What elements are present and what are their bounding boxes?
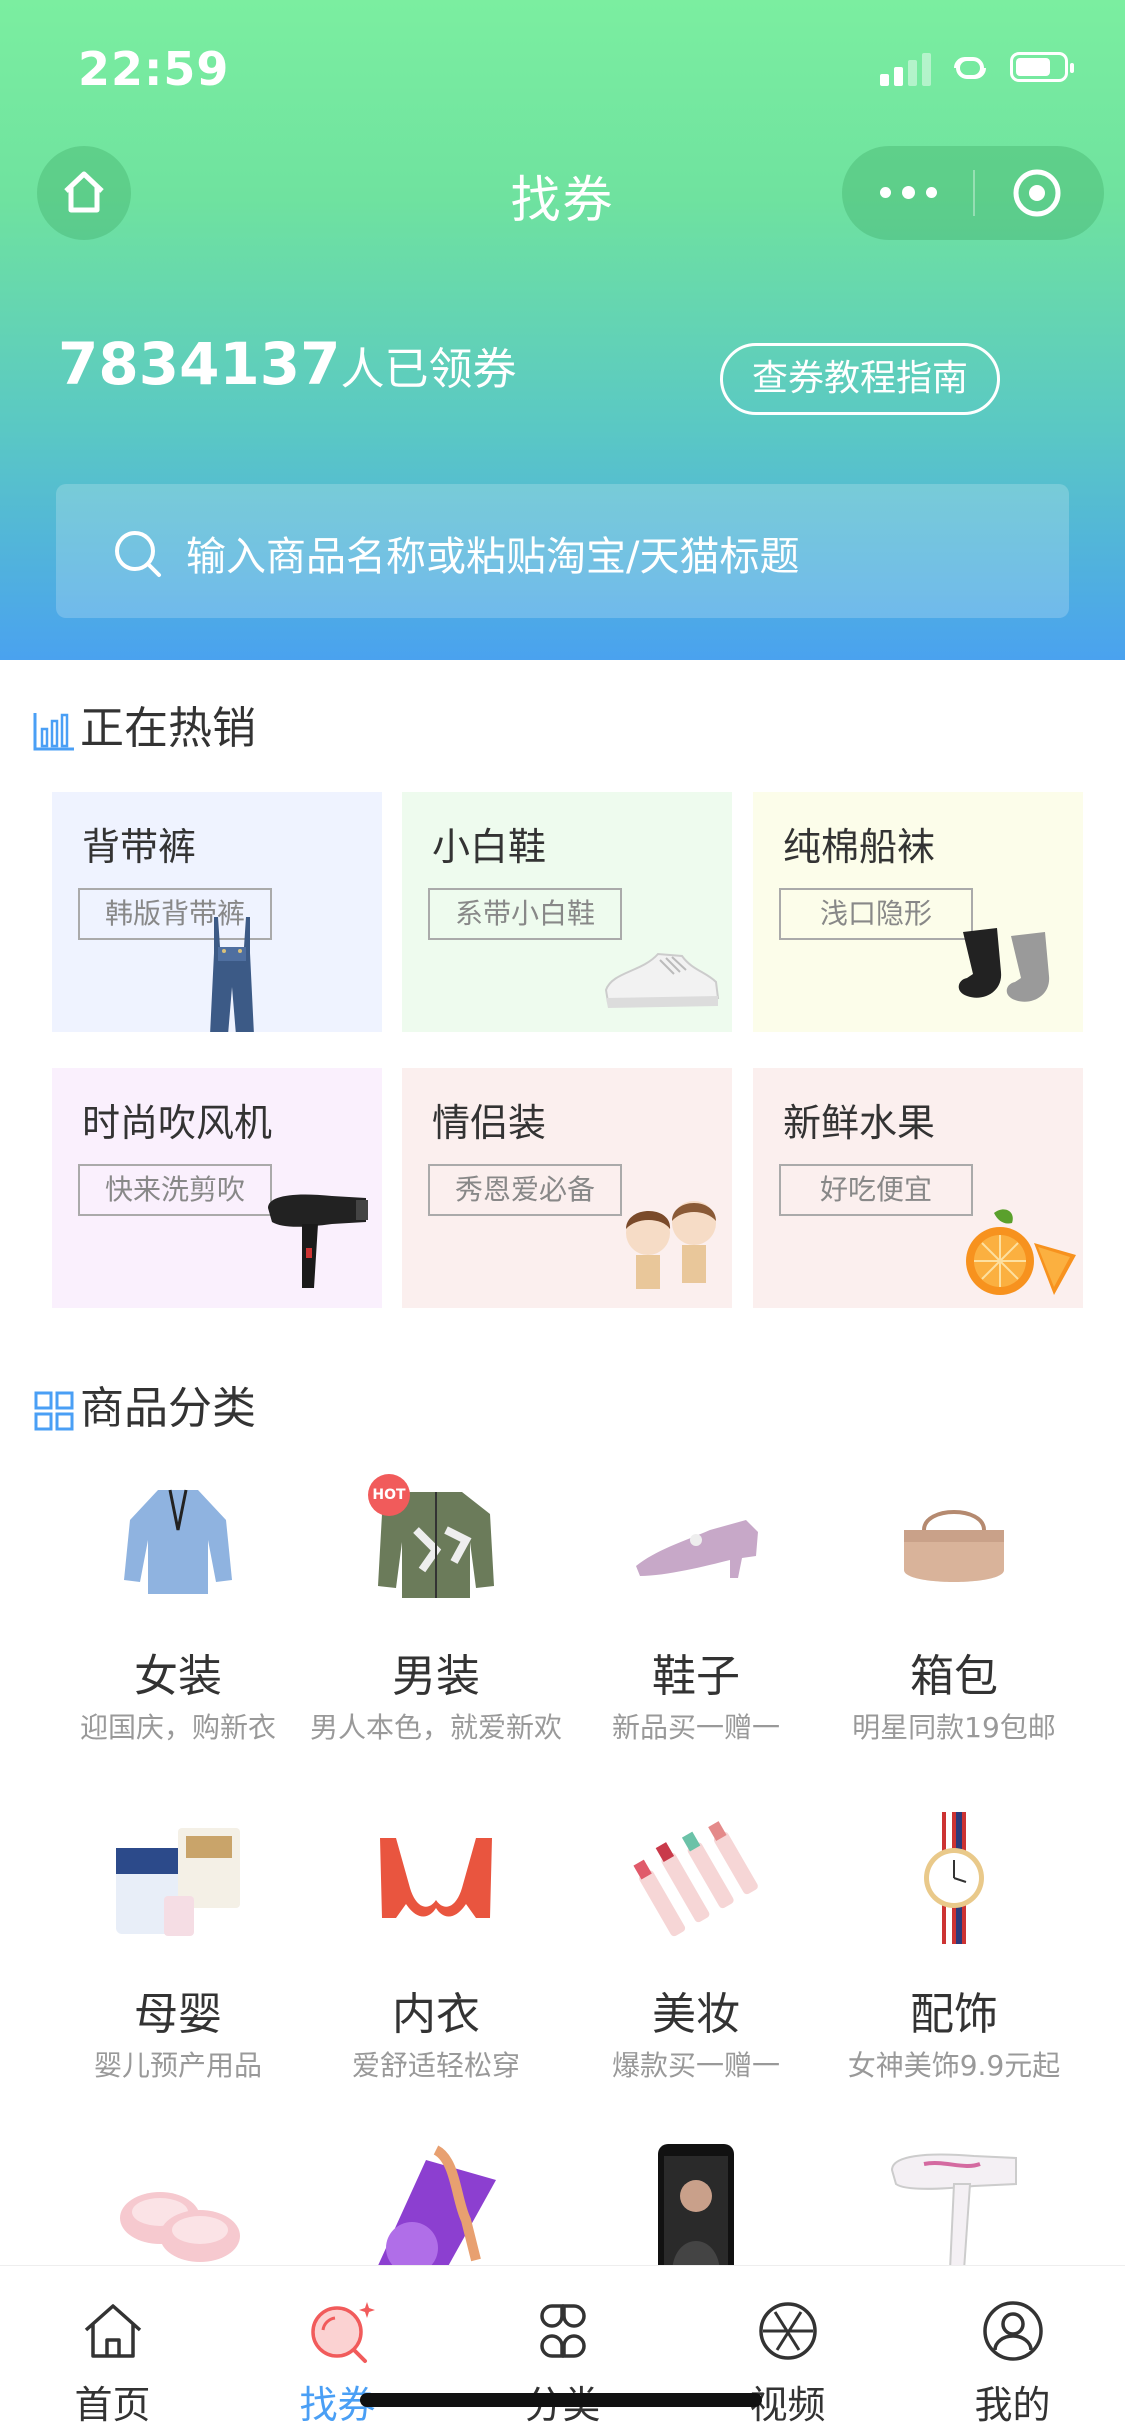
status-bar: 22:59 bbox=[0, 0, 1125, 130]
tab-home-label: 首页 bbox=[74, 2383, 151, 2427]
hot-item-card[interactable]: 背带裤 韩版背带裤 bbox=[52, 792, 382, 1032]
bar-chart-icon bbox=[33, 713, 74, 751]
white-sneaker-image bbox=[602, 942, 722, 1016]
category-subtitle: 迎国庆，购新衣 bbox=[79, 1711, 276, 1744]
hot-item-card[interactable]: 情侣装秀恩爱必备 bbox=[402, 1068, 732, 1308]
category-name: 美妆 bbox=[652, 1989, 740, 2040]
hot-item-tag: 秀恩爱必备 bbox=[428, 1164, 622, 1216]
heel-shoe-image bbox=[626, 1470, 766, 1610]
socks-image bbox=[953, 922, 1073, 1016]
home-indicator[interactable] bbox=[360, 2393, 762, 2407]
category-item[interactable]: 女装迎国庆，购新衣 bbox=[48, 1470, 298, 1744]
hot-item-card[interactable]: 新鲜水果好吃便宜 bbox=[753, 1068, 1083, 1308]
couple-image bbox=[612, 1193, 732, 1307]
slippers-image bbox=[108, 2140, 248, 2265]
category-item[interactable]: 鞋子 新品买一赠一 bbox=[566, 1470, 816, 1744]
link-icon bbox=[954, 57, 986, 79]
hair-dryer-image bbox=[262, 1188, 372, 1302]
hot-item-title: 小白鞋 bbox=[432, 825, 547, 869]
tab-bar: 首页 找券 分类 bbox=[0, 2265, 1125, 2436]
category-name: 配饰 bbox=[910, 1989, 998, 2040]
hot-item-card[interactable]: 小白鞋系带小白鞋 bbox=[402, 792, 732, 1032]
lipstick-image bbox=[626, 1808, 766, 1948]
blouse-image bbox=[108, 1470, 248, 1610]
coupon-guide-button[interactable]: 查券教程指南 bbox=[720, 343, 1000, 415]
category-name: 男装 bbox=[392, 1651, 480, 1702]
hot-item-title: 情侣装 bbox=[432, 1101, 547, 1145]
claim-count-number: 7834137 bbox=[58, 330, 341, 398]
hot-item-title: 新鲜水果 bbox=[783, 1101, 936, 1145]
orange-image bbox=[958, 1203, 1078, 1307]
status-time: 22:59 bbox=[78, 42, 230, 96]
tab-home[interactable]: 首页 bbox=[0, 2266, 225, 2436]
category-section-title: 商品分类 bbox=[32, 1372, 256, 1436]
category-subtitle: 男人本色，就爱新欢 bbox=[309, 1711, 562, 1744]
tab-video[interactable]: 视频 bbox=[675, 2266, 900, 2436]
category-item[interactable]: HOT 男装男人本色，就爱新欢 bbox=[306, 1470, 562, 1744]
phone-image bbox=[626, 2140, 766, 2265]
search-placeholder: 输入商品名称或粘贴淘宝/天猫标题 bbox=[186, 534, 800, 580]
hot-item-title: 背带裤 bbox=[82, 825, 197, 869]
capsule-divider bbox=[973, 170, 975, 216]
home-icon bbox=[84, 2304, 142, 2358]
category-subtitle: 明星同款19包邮 bbox=[852, 1711, 1056, 1744]
hot-badge: HOT bbox=[368, 1474, 410, 1516]
fitness-image bbox=[366, 2140, 506, 2265]
category-subtitle: 新品买一赠一 bbox=[611, 1711, 780, 1744]
claim-count: 7834137人已领券 bbox=[58, 330, 517, 410]
hot-item-card[interactable]: 时尚吹风机快来洗剪吹 bbox=[52, 1068, 382, 1308]
category-subtitle: 爆款买一赠一 bbox=[611, 2049, 780, 2082]
dryer-image bbox=[884, 2140, 1024, 2265]
mini-program-capsule bbox=[842, 146, 1104, 240]
bra-image bbox=[366, 1808, 506, 1948]
watch-image bbox=[884, 1808, 1024, 1948]
hot-section-title: 正在热销 bbox=[32, 692, 256, 756]
close-target-icon[interactable] bbox=[1012, 168, 1062, 218]
category-item[interactable]: 母婴 婴儿预产用品 bbox=[48, 1808, 298, 2082]
hot-item-card[interactable]: 纯棉船袜浅口隐形 bbox=[753, 792, 1083, 1032]
hot-item-tag: 浅口隐形 bbox=[779, 888, 973, 940]
tab-category[interactable]: 分类 bbox=[450, 2266, 675, 2436]
search-icon bbox=[115, 531, 161, 577]
hot-item-tag: 系带小白鞋 bbox=[428, 888, 622, 940]
grid-icon bbox=[34, 1391, 74, 1431]
category-name: 女装 bbox=[134, 1651, 222, 1702]
hot-item-tag: 快来洗剪吹 bbox=[78, 1164, 272, 1216]
profile-icon bbox=[983, 2301, 1043, 2361]
overalls-image bbox=[202, 917, 262, 1032]
more-icon[interactable] bbox=[880, 186, 940, 200]
category-item[interactable]: 美妆 爆款买一赠一 bbox=[566, 1808, 816, 2082]
search-input[interactable]: 输入商品名称或粘贴淘宝/天猫标题 bbox=[56, 484, 1069, 618]
header-banner: 22:59 找券 7834137人已领券 查券教程指南 输入商品名称或粘贴淘宝/… bbox=[0, 0, 1125, 660]
category-name: 鞋子 bbox=[652, 1651, 740, 1702]
tab-profile[interactable]: 我的 bbox=[900, 2266, 1125, 2436]
signal-icon bbox=[880, 52, 932, 86]
claim-count-suffix: 人已领券 bbox=[340, 344, 517, 395]
hot-section-label: 正在热销 bbox=[80, 703, 256, 754]
tab-coupon[interactable]: 找券 bbox=[225, 2266, 450, 2436]
category-name: 箱包 bbox=[910, 1651, 998, 1702]
battery-icon bbox=[1010, 52, 1074, 82]
category-section-label: 商品分类 bbox=[80, 1383, 256, 1434]
category-name: 内衣 bbox=[392, 1989, 480, 2040]
tab-profile-label: 我的 bbox=[974, 2383, 1051, 2427]
category-subtitle: 婴儿预产用品 bbox=[93, 2049, 262, 2082]
handbag-image bbox=[884, 1470, 1024, 1610]
category-item[interactable]: 配饰女神美饰9.9元起 bbox=[824, 1808, 1074, 2082]
category-item[interactable]: 内衣 爱舒适轻松穿 bbox=[306, 1808, 556, 2082]
baby-products-image bbox=[108, 1808, 248, 1948]
category-subtitle: 女神美饰9.9元起 bbox=[847, 2049, 1061, 2082]
hot-item-tag: 好吃便宜 bbox=[779, 1164, 973, 1216]
category-subtitle: 爱舒适轻松穿 bbox=[351, 2049, 520, 2082]
category-item[interactable]: 箱包明星同款19包邮 bbox=[824, 1470, 1074, 1744]
video-icon bbox=[759, 2302, 817, 2360]
category-name: 母婴 bbox=[134, 1989, 222, 2040]
hot-item-title: 时尚吹风机 bbox=[82, 1101, 273, 1145]
category-icon bbox=[540, 2304, 586, 2358]
coupon-search-icon bbox=[311, 2302, 375, 2363]
hot-item-title: 纯棉船袜 bbox=[783, 825, 936, 869]
app-screen: 22:59 找券 7834137人已领券 查券教程指南 输入商品名称或粘贴淘宝/… bbox=[0, 0, 1125, 2436]
